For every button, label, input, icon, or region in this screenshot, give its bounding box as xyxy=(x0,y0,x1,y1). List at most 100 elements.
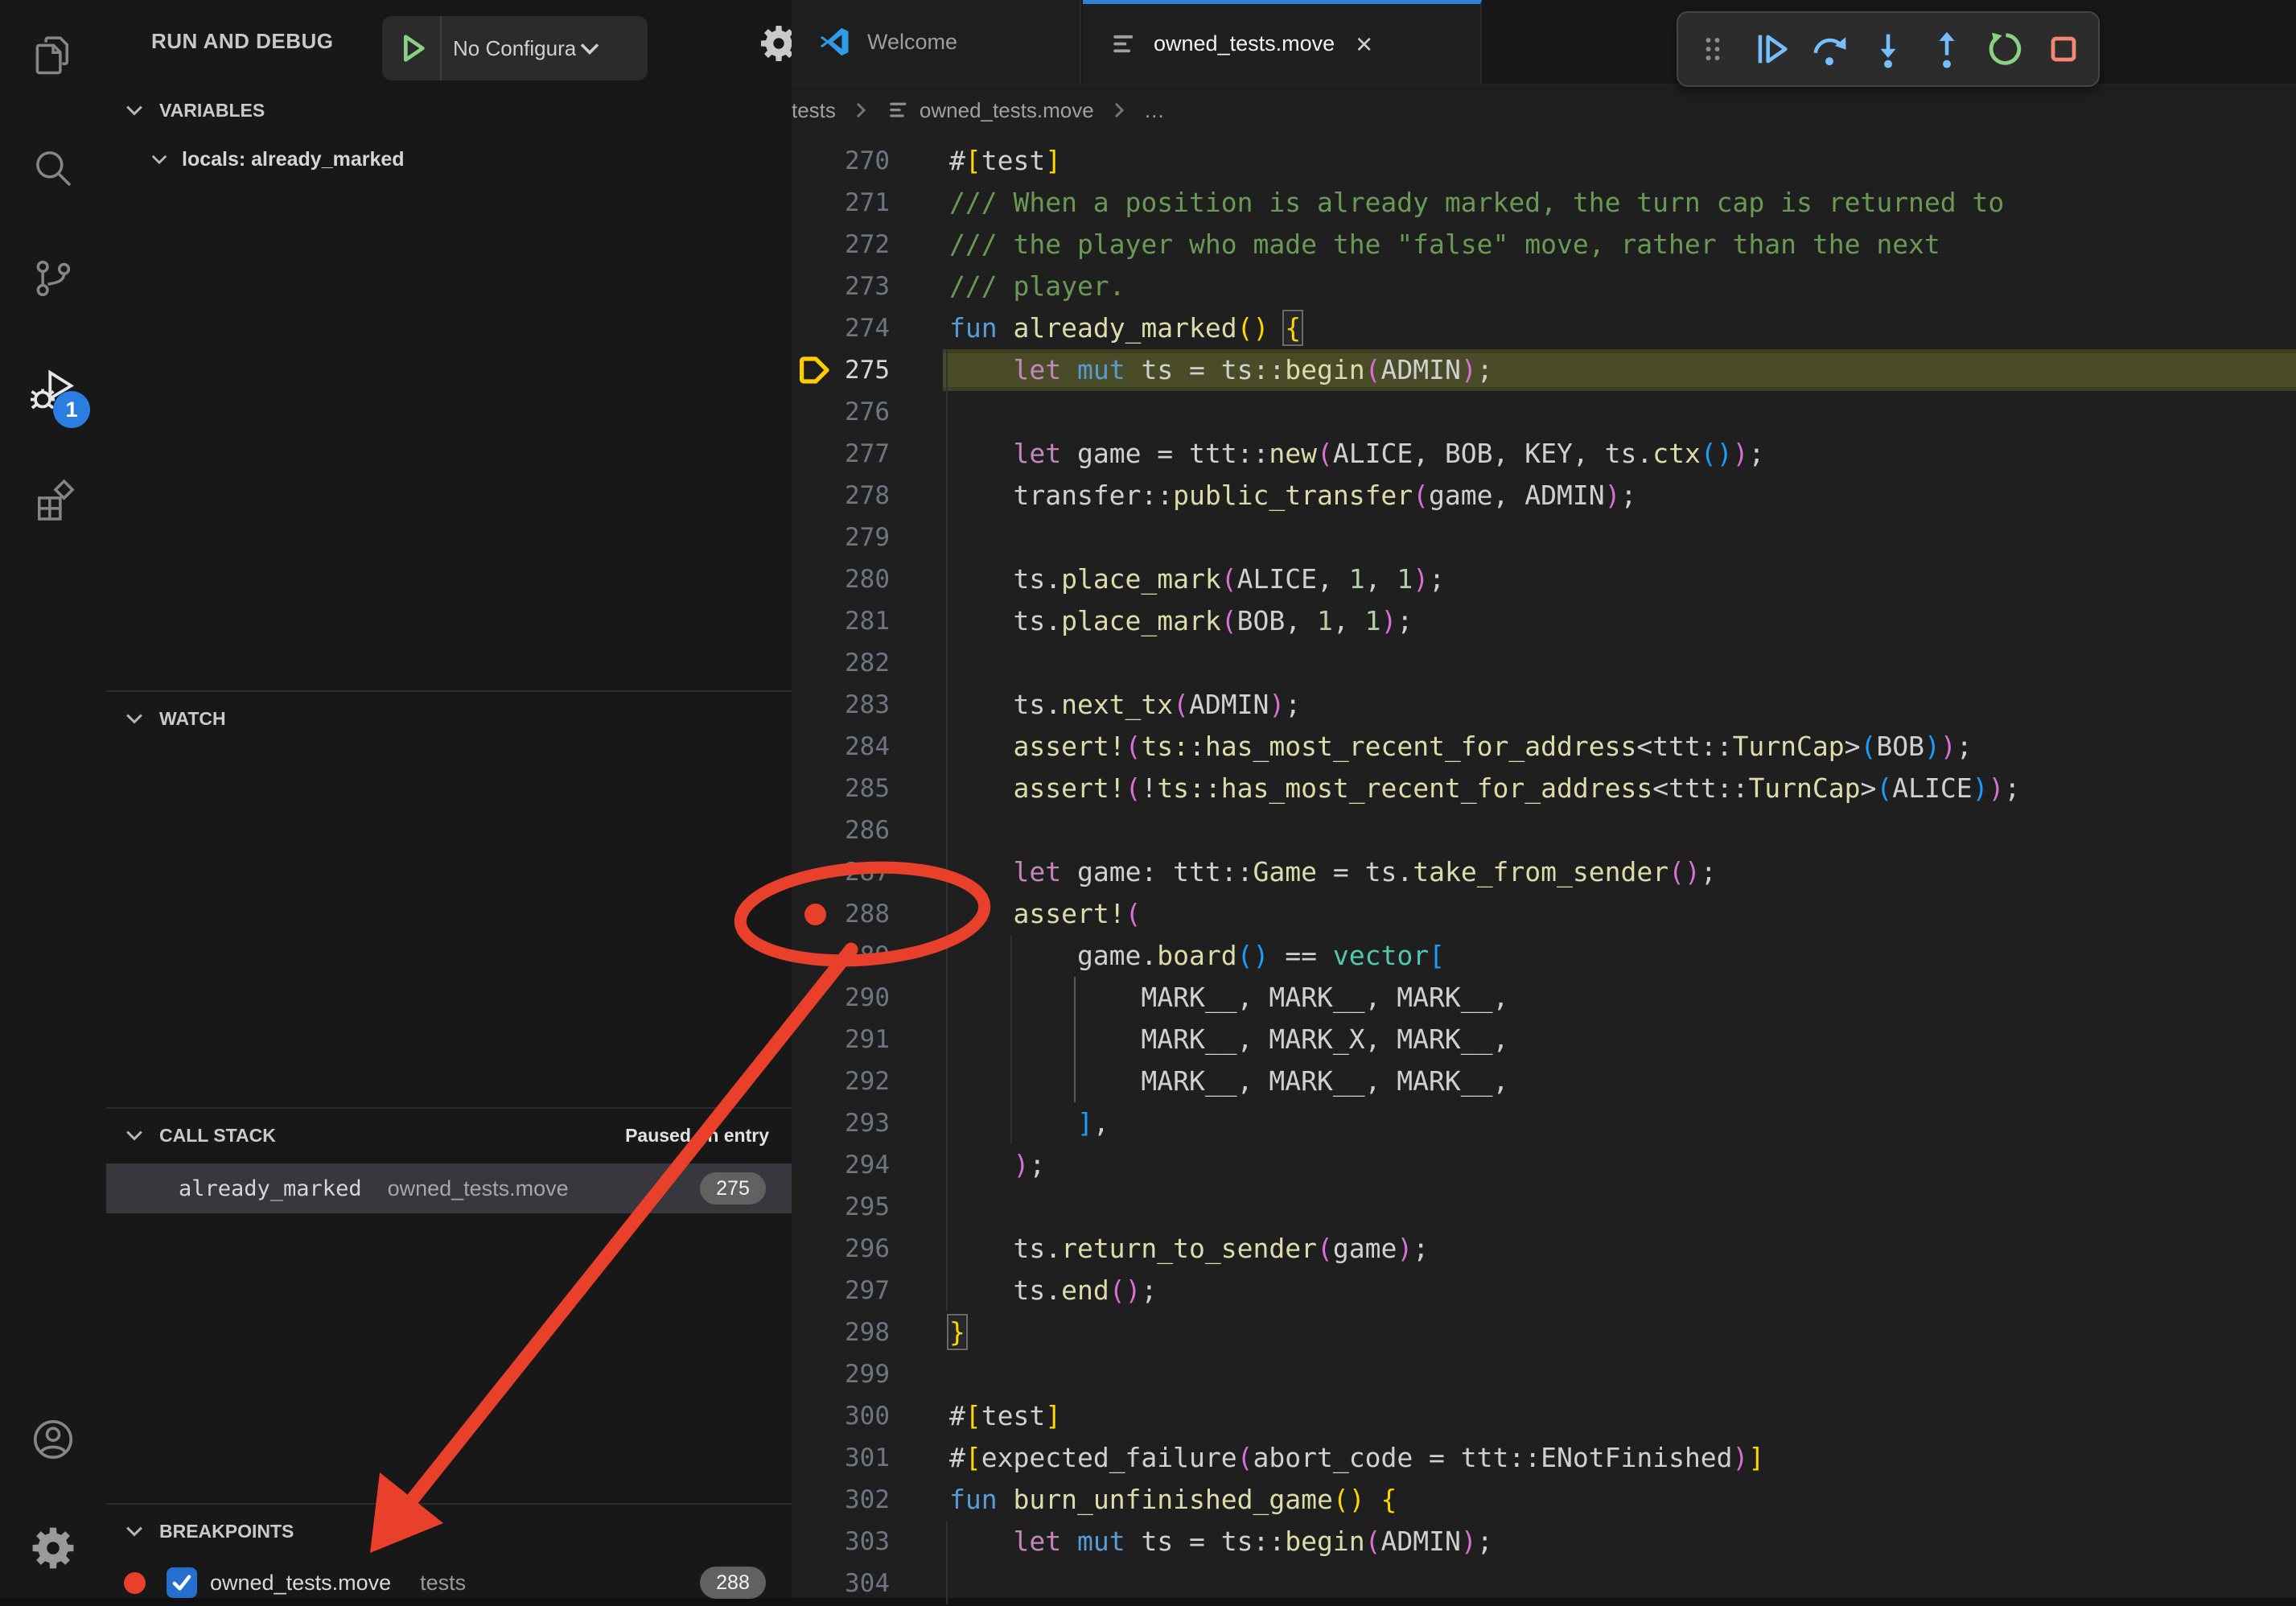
code-line[interactable]: 300#[test] xyxy=(792,1395,2296,1437)
tab-welcome[interactable]: Welcome xyxy=(792,0,1081,84)
line-number[interactable]: 301 xyxy=(792,1437,890,1479)
line-number[interactable]: 292 xyxy=(792,1060,890,1102)
code-text[interactable]: ts.return_to_sender(game); xyxy=(949,1228,1429,1270)
line-number[interactable]: 294 xyxy=(792,1144,890,1186)
code-line[interactable]: 284 assert!(ts::has_most_recent_for_addr… xyxy=(792,726,2296,768)
code-line[interactable]: 277 let game = ttt::new(ALICE, BOB, KEY,… xyxy=(792,433,2296,475)
code-text[interactable]: fun burn_unfinished_game() { xyxy=(949,1479,1397,1521)
code-line[interactable]: 275 let mut ts = ts::begin(ADMIN); xyxy=(792,349,2296,391)
line-number[interactable]: 281 xyxy=(792,600,890,642)
code-line[interactable]: 297 ts.end(); xyxy=(792,1270,2296,1312)
code-line[interactable]: 280 ts.place_mark(ALICE, 1, 1); xyxy=(792,558,2296,600)
line-number[interactable]: 279 xyxy=(792,517,890,558)
code-text[interactable]: MARK__, MARK__, MARK__, xyxy=(949,1060,1508,1102)
code-line[interactable]: 293 ], xyxy=(792,1102,2296,1144)
search-icon[interactable] xyxy=(21,136,85,200)
line-number[interactable]: 290 xyxy=(792,977,890,1019)
code-line[interactable]: 281 ts.place_mark(BOB, 1, 1); xyxy=(792,600,2296,642)
code-line[interactable]: 290 MARK__, MARK__, MARK__, xyxy=(792,977,2296,1019)
line-number[interactable]: 278 xyxy=(792,475,890,517)
gripper-icon[interactable] xyxy=(1689,25,1737,73)
line-number[interactable]: 303 xyxy=(792,1521,890,1563)
line-number[interactable]: 302 xyxy=(792,1479,890,1521)
code-line[interactable]: 303 let mut ts = ts::begin(ADMIN); xyxy=(792,1521,2296,1563)
code-text[interactable]: #[test] xyxy=(949,140,1061,182)
breadcrumb-folder[interactable]: tests xyxy=(792,98,836,123)
tab-owned-tests-move[interactable]: owned_tests.move × xyxy=(1083,0,1482,84)
code-line[interactable]: 294 ); xyxy=(792,1144,2296,1186)
line-number[interactable]: 285 xyxy=(792,768,890,809)
extensions-icon[interactable] xyxy=(21,470,85,534)
continue-button[interactable] xyxy=(1747,25,1796,73)
line-number[interactable]: 300 xyxy=(792,1395,890,1437)
code-text[interactable]: MARK__, MARK_X, MARK__, xyxy=(949,1019,1508,1060)
line-number[interactable]: 277 xyxy=(792,433,890,475)
line-number[interactable]: 280 xyxy=(792,558,890,600)
breakpoints-section-header[interactable]: BREAKPOINTS xyxy=(106,1509,792,1553)
code-text[interactable]: ], xyxy=(949,1102,1109,1144)
code-line[interactable]: 273/// player. xyxy=(792,266,2296,307)
code-text[interactable]: ts.place_mark(BOB, 1, 1); xyxy=(949,600,1413,642)
line-number[interactable]: 288 xyxy=(792,893,890,935)
code-line[interactable]: 287 let game: ttt::Game = ts.take_from_s… xyxy=(792,851,2296,893)
code-text[interactable]: assert!( xyxy=(949,893,1141,935)
code-text[interactable]: } xyxy=(949,1312,965,1353)
line-number[interactable]: 273 xyxy=(792,266,890,307)
line-number[interactable]: 286 xyxy=(792,809,890,851)
explorer-icon[interactable] xyxy=(21,23,85,88)
line-number[interactable]: 271 xyxy=(792,182,890,224)
code-text[interactable]: ts.place_mark(ALICE, 1, 1); xyxy=(949,558,1445,600)
code-line[interactable]: 283 ts.next_tx(ADMIN); xyxy=(792,684,2296,726)
line-number[interactable]: 296 xyxy=(792,1228,890,1270)
step-into-button[interactable] xyxy=(1864,25,1912,73)
line-number[interactable]: 284 xyxy=(792,726,890,768)
code-text[interactable]: /// When a position is already marked, t… xyxy=(949,182,2004,224)
code-line[interactable]: 271 /// When a position is already marked… xyxy=(792,182,2296,224)
stop-button[interactable] xyxy=(2039,25,2088,73)
step-out-button[interactable] xyxy=(1923,25,1971,73)
gear-icon[interactable] xyxy=(21,1516,85,1580)
code-line[interactable]: 276 xyxy=(792,391,2296,433)
code-line[interactable]: 296 ts.return_to_sender(game); xyxy=(792,1228,2296,1270)
code-text[interactable]: transfer::public_transfer(game, ADMIN); xyxy=(949,475,1636,517)
restart-button[interactable] xyxy=(1981,25,2030,73)
code-line[interactable]: 279 xyxy=(792,517,2296,558)
code-line[interactable]: 282 xyxy=(792,642,2296,684)
step-over-button[interactable] xyxy=(1805,25,1854,73)
code-line[interactable]: 288 assert!( xyxy=(792,893,2296,935)
code-line[interactable]: 291 MARK__, MARK_X, MARK__, xyxy=(792,1019,2296,1060)
line-number[interactable]: 299 xyxy=(792,1353,890,1395)
breadcrumb-symbol[interactable]: … xyxy=(1144,98,1165,123)
code-line[interactable]: 274fun already_marked() { xyxy=(792,307,2296,349)
code-line[interactable]: 278 transfer::public_transfer(game, ADMI… xyxy=(792,475,2296,517)
breadcrumb-file[interactable]: owned_tests.move xyxy=(920,98,1094,123)
code-line[interactable]: 272/// the player who made the "false" m… xyxy=(792,224,2296,266)
line-number[interactable]: 275 xyxy=(792,349,890,391)
line-number[interactable]: 276 xyxy=(792,391,890,433)
close-icon[interactable]: × xyxy=(1356,30,1372,59)
account-icon[interactable] xyxy=(21,1407,85,1472)
code-text[interactable]: #[expected_failure(abort_code = ttt::ENo… xyxy=(949,1437,1764,1479)
launch-configuration-dropdown[interactable]: No Configura xyxy=(382,16,648,80)
call-stack-section-header[interactable]: CALL STACK Paused on entry xyxy=(106,1114,792,1157)
line-number[interactable]: 293 xyxy=(792,1102,890,1144)
code-line[interactable]: 285 assert!(!ts::has_most_recent_for_add… xyxy=(792,768,2296,809)
line-number[interactable]: 270 xyxy=(792,140,890,182)
code-text[interactable]: assert!(!ts::has_most_recent_for_address… xyxy=(949,768,2020,809)
run-and-debug-icon[interactable]: 1 xyxy=(21,359,85,423)
code-line[interactable]: 292 MARK__, MARK__, MARK__, xyxy=(792,1060,2296,1102)
line-number[interactable]: 295 xyxy=(792,1186,890,1228)
code-text[interactable]: assert!(ts::has_most_recent_for_address<… xyxy=(949,726,1973,768)
code-line[interactable]: 301 #[expected_failure(abort_code = ttt::… xyxy=(792,1437,2296,1479)
line-number[interactable]: 298 xyxy=(792,1312,890,1353)
code-line[interactable]: 270 #[test] xyxy=(792,140,2296,182)
code-line[interactable]: 289 game.board() == vector[ xyxy=(792,935,2296,977)
code-text[interactable]: let mut ts = ts::begin(ADMIN); xyxy=(949,349,1493,391)
line-number[interactable]: 287 xyxy=(792,851,890,893)
line-number[interactable]: 297 xyxy=(792,1270,890,1312)
line-number[interactable]: 274 xyxy=(792,307,890,349)
code-text[interactable]: /// the player who made the "false" move… xyxy=(949,224,1940,266)
code-text[interactable]: MARK__, MARK__, MARK__, xyxy=(949,977,1508,1019)
code-text[interactable]: let mut ts = ts::begin(ADMIN); xyxy=(949,1521,1493,1563)
breakpoint-row[interactable]: owned_tests.move tests 288 xyxy=(106,1559,792,1606)
